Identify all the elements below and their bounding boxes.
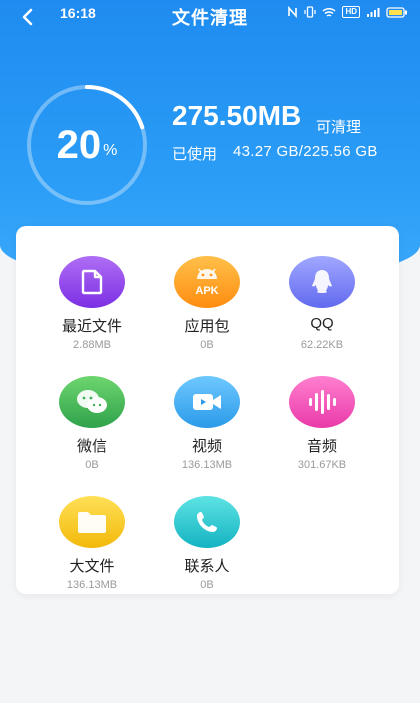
status-bar: 16:18 文件清理 HD [0,0,420,30]
usage-percent: 20 [56,122,102,167]
category-wechat[interactable]: 微信 0B [32,362,152,472]
folder-icon [78,512,106,533]
hd-badge: HD [342,6,360,18]
category-apk[interactable]: APK 应用包 0B [147,242,267,352]
category-card: 最近文件 2.88MB APK 应用包 0B QQ 62.22KB 微信 0B … [16,226,399,594]
category-grid: 最近文件 2.88MB APK 应用包 0B QQ 62.22KB 微信 0B … [16,226,399,594]
category-label: QQ [310,315,334,332]
category-label: 最近文件 [61,318,122,335]
used-value: 43.27 GB/225.56 GB [233,143,378,160]
category-size: 136.13MB [181,459,233,471]
phone-icon [197,512,217,532]
cleanable-size: 275.50MB [172,100,302,131]
category-contacts[interactable]: 联系人 0B [147,482,267,592]
category-size: 0B [85,459,99,471]
category-audio[interactable]: 音频 301.67KB [262,362,382,472]
document-icon [81,269,103,295]
audio-wave-icon [309,390,336,414]
category-qq[interactable]: QQ 62.22KB [262,242,382,352]
category-size: 2.88MB [73,339,111,351]
category-recent-files[interactable]: 最近文件 2.88MB [32,242,152,352]
category-large-files[interactable]: 大文件 136.13MB [32,482,152,592]
vibrate-icon [304,6,317,18]
usage-ring: 20 % [22,80,152,210]
category-label: 联系人 [184,558,230,575]
category-label: 视频 [191,438,222,455]
category-label: 微信 [76,438,107,455]
category-size: 0B [200,579,214,591]
video-camera-icon [193,394,221,410]
category-video[interactable]: 视频 136.13MB [147,362,267,472]
svg-text:APK: APK [195,285,218,297]
apk-android-icon: APK [195,268,219,297]
used-label: 已使用 [172,146,218,163]
category-size: 136.13MB [66,579,118,591]
cleanable-label: 可清理 [316,119,362,136]
category-label: 应用包 [184,318,230,335]
category-label: 大文件 [69,558,115,575]
category-size: 0B [200,339,214,351]
usage-percent-unit: % [103,142,118,159]
signal-icon [367,7,380,17]
battery-icon [386,6,407,18]
nfc-icon [288,6,298,18]
category-size: 301.67KB [297,459,347,471]
status-icons: HD [287,6,408,18]
qq-penguin-icon [312,270,332,293]
wechat-icon [77,390,107,413]
category-label: 音频 [306,438,337,455]
category-size: 62.22KB [300,339,344,351]
wifi-icon [322,7,336,17]
